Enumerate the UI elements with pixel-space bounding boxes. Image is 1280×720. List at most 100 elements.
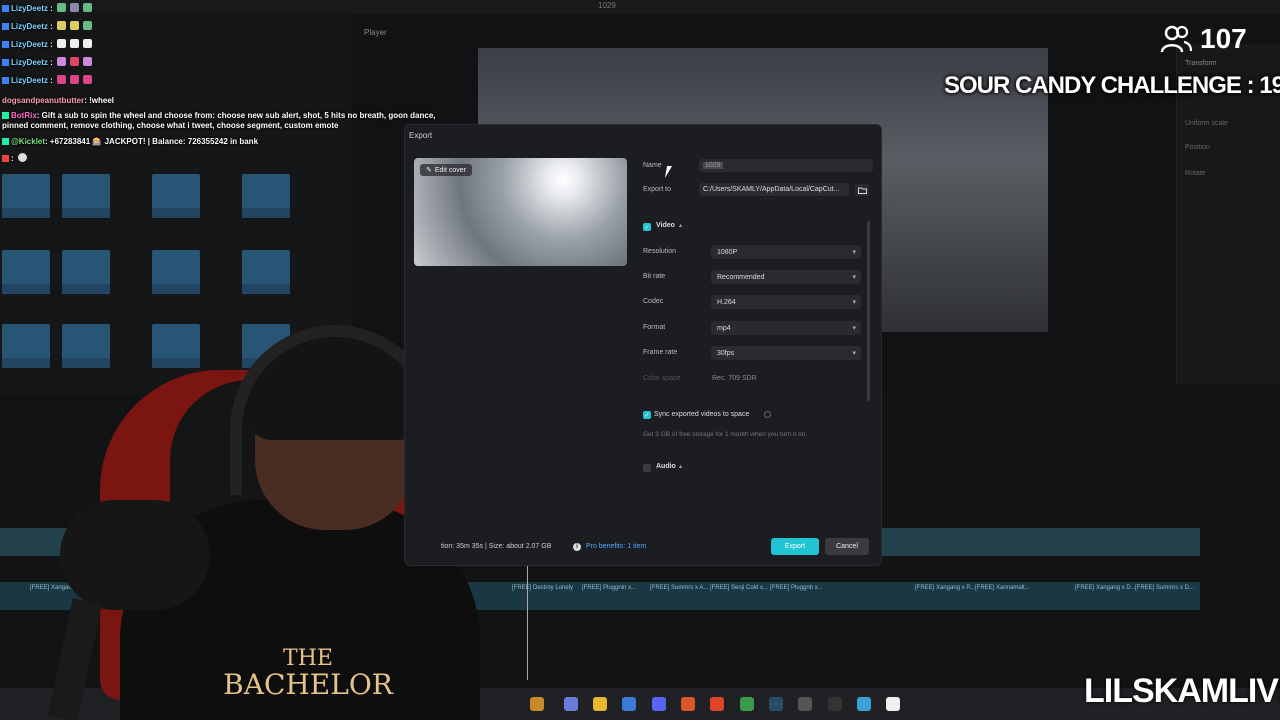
mouse-cursor-icon — [664, 166, 678, 178]
chat-message: pinned comment, remove clothing, choose … — [2, 121, 339, 131]
clip-label: [FREE] Destroy Lonely — [512, 585, 574, 591]
editor-titlebar: 1029 — [0, 0, 1280, 14]
codec-select[interactable]: H.264 ▾ — [711, 295, 861, 309]
chat-message: LizyDeetz : — [2, 75, 92, 86]
color-space-label: Color space — [643, 375, 681, 382]
name-input[interactable]: 1029 — [699, 159, 873, 172]
export-dialog: Export ✎ Edit cover Name 1029 Export to … — [404, 124, 882, 566]
clip-label: [FREE] Summrs x A... — [650, 585, 709, 591]
clip-label: [FREE] Summrs x D... — [1135, 585, 1195, 591]
steam-icon[interactable] — [769, 697, 783, 711]
chat-text: : — [50, 4, 53, 13]
emote-icon — [82, 21, 92, 30]
dialog-scrollbar[interactable] — [867, 221, 870, 401]
sync-checkbox[interactable]: ✓ — [643, 411, 651, 419]
viewers-icon — [1160, 25, 1192, 53]
file-explorer-icon[interactable] — [593, 697, 607, 711]
media-tile[interactable] — [152, 174, 200, 218]
sub-badge-icon — [2, 59, 9, 66]
chevron-up-icon[interactable]: ▴ — [679, 222, 682, 229]
chevron-up-icon[interactable]: ▴ — [679, 463, 682, 470]
taskbar-app-icon[interactable] — [530, 697, 544, 711]
chat-username: LizyDeetz — [11, 4, 48, 13]
info-icon[interactable] — [764, 411, 771, 418]
framerate-select[interactable]: 30fps ▾ — [711, 346, 861, 360]
position-label: Position — [1185, 144, 1210, 151]
chat-message: LizyDeetz : — [2, 39, 92, 50]
chat-message: @Kicklet: +67283841 🎰 JACKPOT! | Balance… — [2, 137, 258, 147]
chat-username: LizyDeetz — [11, 22, 48, 31]
media-tile[interactable] — [2, 324, 50, 368]
store-icon[interactable] — [622, 697, 636, 711]
clip-label: [FREE] Xannamalt... — [975, 585, 1030, 591]
media-tile[interactable] — [242, 174, 290, 218]
sync-label[interactable]: Sync exported videos to space — [654, 411, 749, 418]
export-to-label: Export to — [643, 186, 672, 193]
audio-section-title[interactable]: Audio — [656, 463, 676, 470]
export-path-input[interactable]: C:/Users/SKAMLY/AppData/Local/CapCut... — [699, 183, 849, 196]
resolution-select[interactable]: 1080P ▾ — [711, 245, 861, 259]
emote-icon — [17, 153, 27, 162]
microphone — [60, 500, 210, 610]
edit-cover-button[interactable]: ✎ Edit cover — [420, 164, 472, 176]
emote-icon — [69, 57, 79, 66]
chat-username: LizyDeetz — [11, 40, 48, 49]
chat-username: dogsandpeanutbutter — [2, 96, 85, 105]
color-space-value: Rec. 709 SDR — [712, 375, 757, 382]
media-tile[interactable] — [62, 324, 110, 368]
viewer-count: 107 — [1200, 23, 1247, 54]
folder-icon[interactable] — [855, 184, 869, 196]
chrome-icon[interactable] — [740, 697, 754, 711]
media-tile[interactable] — [152, 324, 200, 368]
name-value: 1029 — [703, 162, 723, 169]
sync-note: Get 3 GB of free storage for 1 month whe… — [643, 431, 808, 438]
format-select[interactable]: mp4 ▾ — [711, 321, 861, 335]
browser-icon[interactable] — [681, 697, 695, 711]
sub-badge-icon — [2, 155, 9, 162]
copilot-icon[interactable] — [564, 697, 578, 711]
emote-icon — [69, 3, 79, 12]
chat-username: @Kicklet — [11, 137, 46, 146]
sub-badge-icon — [2, 5, 9, 12]
media-tile[interactable] — [2, 174, 50, 218]
chat-text: : — [11, 154, 14, 163]
audio-checkbox[interactable] — [643, 464, 651, 472]
app-icon[interactable] — [798, 697, 812, 711]
notepad-icon[interactable] — [857, 697, 871, 711]
shirt-line-2: BACHELOR — [223, 668, 393, 701]
emote-icon — [56, 21, 66, 30]
chevron-down-icon: ▾ — [852, 325, 856, 332]
video-section-title[interactable]: Video — [656, 222, 675, 229]
capcut-icon[interactable] — [886, 697, 900, 711]
media-tile[interactable] — [2, 250, 50, 294]
clip-label: [FREE] Xangang x P... — [915, 585, 975, 591]
codec-value: H.264 — [717, 298, 736, 306]
4k-app-icon[interactable] — [828, 697, 842, 711]
chat-text: : — [50, 22, 53, 31]
brave-icon[interactable] — [710, 697, 724, 711]
pro-benefits-link[interactable]: Pro benefits: 1 item — [586, 543, 646, 550]
discord-icon[interactable] — [652, 697, 666, 711]
bot-badge-icon — [2, 112, 9, 119]
chat-username: LizyDeetz — [11, 58, 48, 67]
chat-message: BotRix: Gift a sub to spin the wheel and… — [2, 111, 436, 121]
transform-label: Transform — [1185, 60, 1217, 67]
media-tile[interactable] — [62, 250, 110, 294]
export-button[interactable]: Export — [771, 538, 819, 555]
cover-thumbnail[interactable]: ✎ Edit cover — [414, 158, 627, 266]
emote-icon — [82, 57, 92, 66]
rotate-label: Rotate — [1185, 170, 1206, 177]
video-checkbox[interactable]: ✓ — [643, 223, 651, 231]
export-path-value: C:/Users/SKAMLY/AppData/Local/CapCut... — [703, 186, 840, 193]
framerate-value: 30fps — [717, 349, 735, 357]
chat-message: dogsandpeanutbutter: !wheel — [2, 96, 114, 106]
media-tile[interactable] — [62, 174, 110, 218]
emote-icon — [82, 3, 92, 12]
edit-cover-label: Edit cover — [434, 166, 466, 174]
cancel-button[interactable]: Cancel — [825, 538, 869, 555]
bitrate-select[interactable]: Recommended ▾ — [711, 270, 861, 284]
media-tile[interactable] — [152, 250, 200, 294]
chat-message: LizyDeetz : — [2, 3, 92, 14]
media-tile[interactable] — [242, 250, 290, 294]
info-circle-icon[interactable]: i — [573, 543, 581, 551]
